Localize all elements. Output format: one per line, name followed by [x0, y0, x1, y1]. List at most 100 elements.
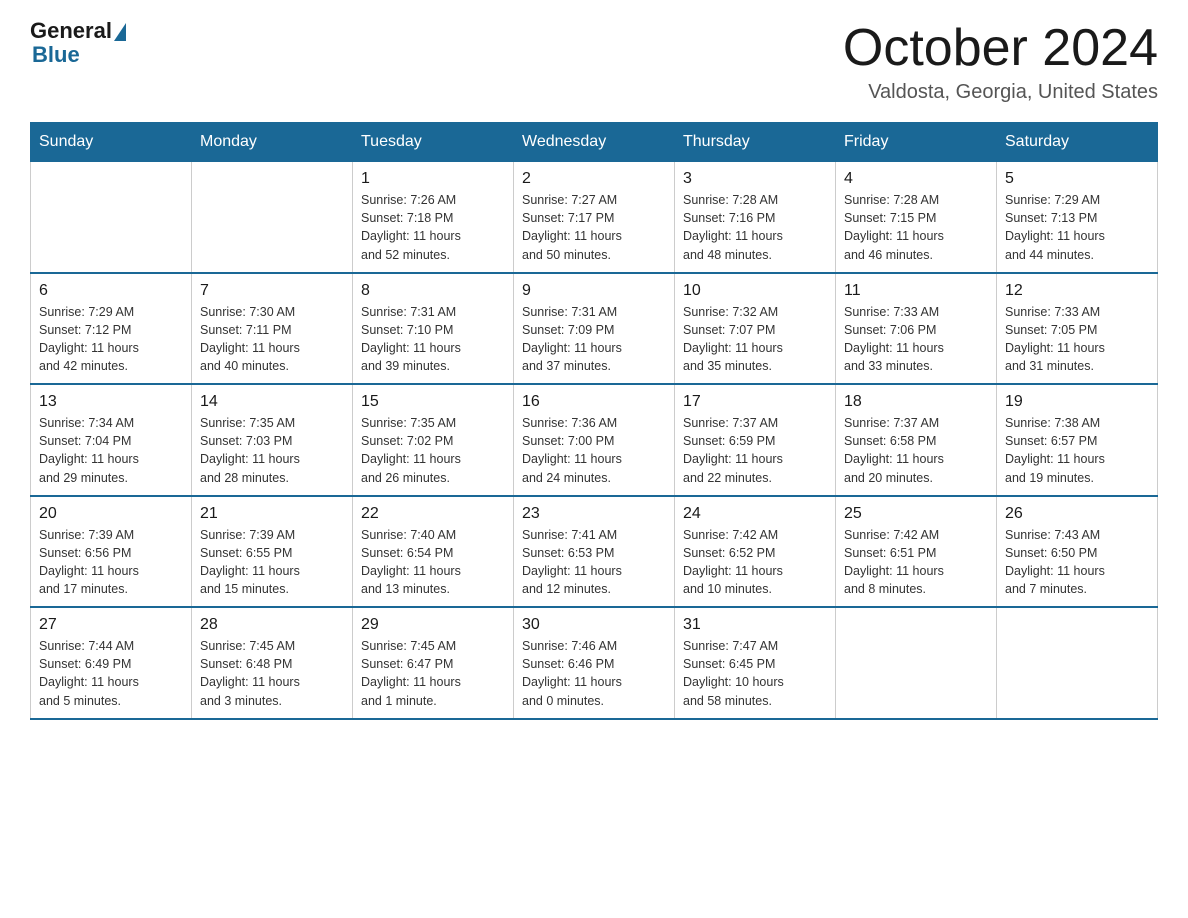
day-cell — [997, 607, 1158, 719]
day-cell: 28 Sunrise: 7:45 AMSunset: 6:48 PMDayligh… — [192, 607, 353, 719]
day-number: 28 — [200, 616, 344, 634]
day-info: Sunrise: 7:30 AMSunset: 7:11 PMDaylight:… — [200, 303, 344, 376]
day-cell: 24 Sunrise: 7:42 AMSunset: 6:52 PMDayligh… — [675, 496, 836, 608]
day-info: Sunrise: 7:29 AMSunset: 7:13 PMDaylight:… — [1005, 191, 1149, 264]
day-cell — [31, 162, 192, 273]
day-number: 8 — [361, 282, 505, 300]
day-info: Sunrise: 7:32 AMSunset: 7:07 PMDaylight:… — [683, 303, 827, 376]
day-info: Sunrise: 7:26 AMSunset: 7:18 PMDaylight:… — [361, 191, 505, 264]
day-number: 11 — [844, 282, 988, 300]
day-cell: 2 Sunrise: 7:27 AMSunset: 7:17 PMDaylight… — [514, 162, 675, 273]
day-cell: 10 Sunrise: 7:32 AMSunset: 7:07 PMDayligh… — [675, 273, 836, 385]
weekday-header-friday: Friday — [836, 123, 997, 162]
day-cell: 19 Sunrise: 7:38 AMSunset: 6:57 PMDayligh… — [997, 384, 1158, 496]
day-cell: 22 Sunrise: 7:40 AMSunset: 6:54 PMDayligh… — [353, 496, 514, 608]
day-info: Sunrise: 7:38 AMSunset: 6:57 PMDaylight:… — [1005, 414, 1149, 487]
weekday-header-row: SundayMondayTuesdayWednesdayThursdayFrid… — [31, 123, 1158, 162]
day-number: 16 — [522, 393, 666, 411]
day-number: 1 — [361, 170, 505, 188]
day-cell: 13Sunrise: 7:34 AMSunset: 7:04 PMDayligh… — [31, 384, 192, 496]
day-cell: 6 Sunrise: 7:29 AMSunset: 7:12 PMDaylight… — [31, 273, 192, 385]
week-row-4: 20 Sunrise: 7:39 AMSunset: 6:56 PMDayligh… — [31, 496, 1158, 608]
day-cell — [836, 607, 997, 719]
day-cell: 17 Sunrise: 7:37 AMSunset: 6:59 PMDayligh… — [675, 384, 836, 496]
day-cell: 30Sunrise: 7:46 AMSunset: 6:46 PMDayligh… — [514, 607, 675, 719]
day-info: Sunrise: 7:29 AMSunset: 7:12 PMDaylight:… — [39, 303, 183, 376]
day-number: 14 — [200, 393, 344, 411]
day-number: 24 — [683, 505, 827, 523]
week-row-3: 13Sunrise: 7:34 AMSunset: 7:04 PMDayligh… — [31, 384, 1158, 496]
day-number: 10 — [683, 282, 827, 300]
day-number: 3 — [683, 170, 827, 188]
day-cell: 4Sunrise: 7:28 AMSunset: 7:15 PMDaylight… — [836, 162, 997, 273]
day-info: Sunrise: 7:37 AMSunset: 6:58 PMDaylight:… — [844, 414, 988, 487]
day-info: Sunrise: 7:45 AMSunset: 6:48 PMDaylight:… — [200, 637, 344, 710]
day-info: Sunrise: 7:44 AMSunset: 6:49 PMDaylight:… — [39, 637, 183, 710]
day-number: 18 — [844, 393, 988, 411]
day-info: Sunrise: 7:47 AMSunset: 6:45 PMDaylight:… — [683, 637, 827, 710]
day-info: Sunrise: 7:33 AMSunset: 7:06 PMDaylight:… — [844, 303, 988, 376]
day-info: Sunrise: 7:39 AMSunset: 6:56 PMDaylight:… — [39, 526, 183, 599]
day-number: 26 — [1005, 505, 1149, 523]
day-cell: 11 Sunrise: 7:33 AMSunset: 7:06 PMDayligh… — [836, 273, 997, 385]
day-cell: 1 Sunrise: 7:26 AMSunset: 7:18 PMDaylight… — [353, 162, 514, 273]
day-number: 13 — [39, 393, 183, 411]
day-info: Sunrise: 7:43 AMSunset: 6:50 PMDaylight:… — [1005, 526, 1149, 599]
day-cell: 12 Sunrise: 7:33 AMSunset: 7:05 PMDayligh… — [997, 273, 1158, 385]
day-cell: 7 Sunrise: 7:30 AMSunset: 7:11 PMDaylight… — [192, 273, 353, 385]
day-cell: 25 Sunrise: 7:42 AMSunset: 6:51 PMDayligh… — [836, 496, 997, 608]
weekday-header-thursday: Thursday — [675, 123, 836, 162]
day-number: 21 — [200, 505, 344, 523]
location-title: Valdosta, Georgia, United States — [843, 81, 1158, 104]
day-number: 2 — [522, 170, 666, 188]
day-cell: 14 Sunrise: 7:35 AMSunset: 7:03 PMDayligh… — [192, 384, 353, 496]
week-row-1: 1 Sunrise: 7:26 AMSunset: 7:18 PMDaylight… — [31, 162, 1158, 273]
day-info: Sunrise: 7:31 AMSunset: 7:10 PMDaylight:… — [361, 303, 505, 376]
day-cell: 15Sunrise: 7:35 AMSunset: 7:02 PMDayligh… — [353, 384, 514, 496]
day-number: 9 — [522, 282, 666, 300]
day-number: 20 — [39, 505, 183, 523]
day-number: 6 — [39, 282, 183, 300]
calendar-header: SundayMondayTuesdayWednesdayThursdayFrid… — [31, 123, 1158, 162]
day-info: Sunrise: 7:40 AMSunset: 6:54 PMDaylight:… — [361, 526, 505, 599]
title-area: October 2024 Valdosta, Georgia, United S… — [843, 20, 1158, 104]
day-cell: 21 Sunrise: 7:39 AMSunset: 6:55 PMDayligh… — [192, 496, 353, 608]
day-cell: 16 Sunrise: 7:36 AMSunset: 7:00 PMDayligh… — [514, 384, 675, 496]
day-number: 27 — [39, 616, 183, 634]
day-info: Sunrise: 7:27 AMSunset: 7:17 PMDaylight:… — [522, 191, 666, 264]
day-cell: 23Sunrise: 7:41 AMSunset: 6:53 PMDayligh… — [514, 496, 675, 608]
day-number: 31 — [683, 616, 827, 634]
day-number: 17 — [683, 393, 827, 411]
day-number: 22 — [361, 505, 505, 523]
day-number: 19 — [1005, 393, 1149, 411]
day-number: 12 — [1005, 282, 1149, 300]
day-info: Sunrise: 7:46 AMSunset: 6:46 PMDaylight:… — [522, 637, 666, 710]
day-cell: 3Sunrise: 7:28 AMSunset: 7:16 PMDaylight… — [675, 162, 836, 273]
day-cell: 26 Sunrise: 7:43 AMSunset: 6:50 PMDayligh… — [997, 496, 1158, 608]
day-number: 7 — [200, 282, 344, 300]
day-info: Sunrise: 7:41 AMSunset: 6:53 PMDaylight:… — [522, 526, 666, 599]
weekday-header-tuesday: Tuesday — [353, 123, 514, 162]
day-info: Sunrise: 7:42 AMSunset: 6:51 PMDaylight:… — [844, 526, 988, 599]
day-info: Sunrise: 7:31 AMSunset: 7:09 PMDaylight:… — [522, 303, 666, 376]
day-info: Sunrise: 7:42 AMSunset: 6:52 PMDaylight:… — [683, 526, 827, 599]
day-info: Sunrise: 7:39 AMSunset: 6:55 PMDaylight:… — [200, 526, 344, 599]
day-info: Sunrise: 7:35 AMSunset: 7:03 PMDaylight:… — [200, 414, 344, 487]
calendar-body: 1 Sunrise: 7:26 AMSunset: 7:18 PMDaylight… — [31, 162, 1158, 719]
day-info: Sunrise: 7:37 AMSunset: 6:59 PMDaylight:… — [683, 414, 827, 487]
weekday-header-wednesday: Wednesday — [514, 123, 675, 162]
day-number: 25 — [844, 505, 988, 523]
weekday-header-monday: Monday — [192, 123, 353, 162]
day-cell: 18 Sunrise: 7:37 AMSunset: 6:58 PMDayligh… — [836, 384, 997, 496]
day-number: 29 — [361, 616, 505, 634]
day-cell: 29Sunrise: 7:45 AMSunset: 6:47 PMDayligh… — [353, 607, 514, 719]
day-cell: 9 Sunrise: 7:31 AMSunset: 7:09 PMDaylight… — [514, 273, 675, 385]
day-cell — [192, 162, 353, 273]
day-info: Sunrise: 7:28 AMSunset: 7:15 PMDaylight:… — [844, 191, 988, 264]
logo: General Blue — [30, 20, 126, 68]
page-header: General Blue October 2024 Valdosta, Geor… — [30, 20, 1158, 104]
logo-triangle-icon — [114, 23, 126, 41]
day-cell: 5Sunrise: 7:29 AMSunset: 7:13 PMDaylight… — [997, 162, 1158, 273]
day-info: Sunrise: 7:33 AMSunset: 7:05 PMDaylight:… — [1005, 303, 1149, 376]
day-info: Sunrise: 7:36 AMSunset: 7:00 PMDaylight:… — [522, 414, 666, 487]
